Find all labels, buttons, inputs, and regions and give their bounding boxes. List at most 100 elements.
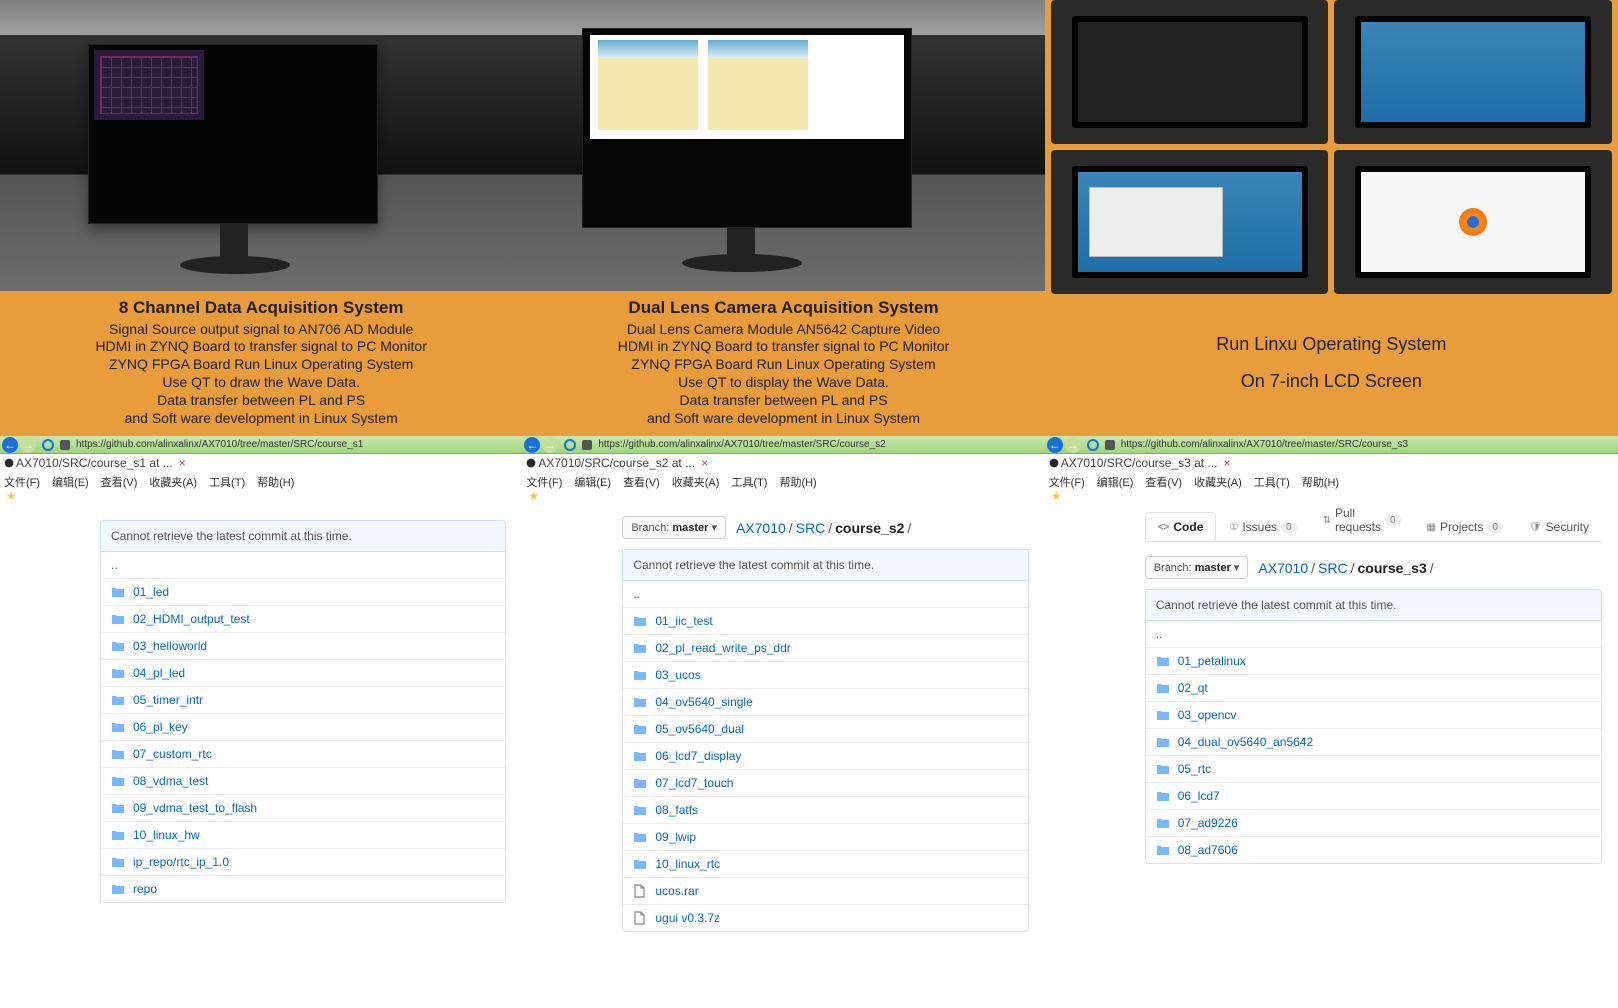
- menu-item[interactable]: 文件(F): [526, 474, 562, 486]
- file-row[interactable]: 02_qt: [1146, 674, 1601, 701]
- file-name: 07_custom_rtc: [133, 747, 212, 761]
- address-bar[interactable]: https://github.com/alinxalinx/AX7010/tre…: [1117, 439, 1408, 450]
- file-row[interactable]: 04_dual_ov5640_an5642: [1146, 728, 1601, 755]
- menu-item[interactable]: 收藏夹(A): [1194, 474, 1242, 486]
- file-row[interactable]: 01_petalinux: [1146, 647, 1601, 674]
- close-tab-icon[interactable]: ×: [701, 456, 708, 470]
- branch-select[interactable]: Branch: master ▾: [622, 516, 726, 539]
- browser-chrome: ←→ https://github.com/alinxalinx/AX7010/t…: [0, 436, 522, 502]
- menu-item[interactable]: 工具(T): [731, 474, 767, 486]
- menu-item[interactable]: 文件(F): [4, 474, 40, 486]
- file-row[interactable]: 06_pl_key: [101, 713, 505, 740]
- crumb-mid[interactable]: SRC: [796, 520, 826, 536]
- file-row[interactable]: 08_ad7606: [1146, 836, 1601, 863]
- file-row[interactable]: ugui v0.3.7z: [623, 904, 1027, 931]
- file-row[interactable]: 03_opencv: [1146, 701, 1601, 728]
- file-row[interactable]: 05_timer_intr: [101, 686, 505, 713]
- back-button[interactable]: ←: [1047, 437, 1063, 453]
- menu-item[interactable]: 编辑(E): [1097, 474, 1134, 486]
- file-row[interactable]: 06_lcd7: [1146, 782, 1601, 809]
- file-row[interactable]: 01_led: [101, 578, 505, 605]
- file-row[interactable]: 05_ov5640_dual: [623, 715, 1027, 742]
- address-bar[interactable]: https://github.com/alinxalinx/AX7010/tre…: [72, 439, 363, 450]
- back-button[interactable]: ←: [524, 437, 540, 453]
- lock-icon: [1105, 440, 1115, 450]
- commit-banner: Cannot retrieve the latest commit at thi…: [100, 520, 506, 552]
- file-row[interactable]: ..: [101, 552, 505, 578]
- file-row[interactable]: 07_custom_rtc: [101, 740, 505, 767]
- browser-tab[interactable]: AX7010/SRC/course_s1 at ...×: [0, 454, 522, 472]
- close-tab-icon[interactable]: ×: [1223, 456, 1230, 470]
- file-row[interactable]: 04_pl_led: [101, 659, 505, 686]
- hero-title: 8 Channel Data Acquisition System: [4, 297, 518, 319]
- file-row[interactable]: 04_ov5640_single: [623, 688, 1027, 715]
- forward-button[interactable]: →: [1065, 437, 1081, 453]
- file-row[interactable]: 02_HDMI_output_test: [101, 605, 505, 632]
- file-row[interactable]: ..: [623, 581, 1027, 607]
- menu-item[interactable]: 工具(T): [1254, 474, 1290, 486]
- hero-caption-line: HDMI in ZYNQ Board to transfer signal to…: [526, 338, 1040, 356]
- hero-caption-line: ZYNQ FPGA Board Run Linux Operating Syst…: [4, 356, 518, 374]
- address-bar[interactable]: https://github.com/alinxalinx/AX7010/tre…: [594, 439, 885, 450]
- forward-button[interactable]: →: [542, 437, 558, 453]
- file-row[interactable]: 07_lcd7_touch: [623, 769, 1027, 796]
- file-name: 08_vdma_test: [133, 774, 208, 788]
- favorite-star-icon[interactable]: ★: [528, 489, 539, 503]
- file-row[interactable]: 07_ad9226: [1146, 809, 1601, 836]
- file-row[interactable]: 06_lcd7_display: [623, 742, 1027, 769]
- reload-button[interactable]: [564, 439, 576, 451]
- menu-item[interactable]: 编辑(E): [52, 474, 89, 486]
- breadcrumb: AX7010/SRC/course_s3/: [1258, 560, 1436, 576]
- menu-item[interactable]: 帮助(H): [257, 474, 294, 486]
- file-row[interactable]: 09_lwip: [623, 823, 1027, 850]
- crumb-root[interactable]: AX7010: [1258, 560, 1308, 576]
- file-row[interactable]: 05_rtc: [1146, 755, 1601, 782]
- back-button[interactable]: ←: [2, 437, 18, 453]
- menu-item[interactable]: 查看(V): [623, 474, 660, 486]
- favorite-star-icon[interactable]: ★: [6, 489, 17, 503]
- menu-item[interactable]: 编辑(E): [574, 474, 611, 486]
- browser-chrome: ←→ https://github.com/alinxalinx/AX7010/t…: [522, 436, 1044, 502]
- file-row[interactable]: 09_vdma_test_to_flash: [101, 794, 505, 821]
- file-row[interactable]: 10_linux_rtc: [623, 850, 1027, 877]
- file-row[interactable]: 01_iic_test: [623, 607, 1027, 634]
- file-row[interactable]: ..: [1146, 621, 1601, 647]
- repo-tab-pull-requests[interactable]: ⇅Pull requests0: [1310, 502, 1414, 541]
- repo-tab-projects[interactable]: ▦Projects0: [1414, 512, 1516, 541]
- reload-button[interactable]: [1087, 439, 1099, 451]
- file-row[interactable]: 08_vdma_test: [101, 767, 505, 794]
- reload-button[interactable]: [42, 439, 54, 451]
- menu-item[interactable]: 帮助(H): [1302, 474, 1339, 486]
- menu-item[interactable]: 收藏夹(A): [672, 474, 720, 486]
- file-name: 04_ov5640_single: [655, 695, 752, 709]
- forward-button[interactable]: →: [20, 437, 36, 453]
- browser-tab[interactable]: AX7010/SRC/course_s3 at ...×: [1045, 454, 1618, 472]
- menu-item[interactable]: 文件(F): [1049, 474, 1085, 486]
- file-row[interactable]: 02_pl_read_write_ps_ddr: [623, 634, 1027, 661]
- menu-item[interactable]: 查看(V): [1145, 474, 1182, 486]
- repo-tab-code[interactable]: <>Code: [1145, 512, 1217, 541]
- menu-item[interactable]: 帮助(H): [779, 474, 816, 486]
- file-row[interactable]: 03_ucos: [623, 661, 1027, 688]
- browser-tab[interactable]: AX7010/SRC/course_s2 at ...×: [522, 454, 1044, 472]
- branch-select[interactable]: Branch: master ▾: [1145, 556, 1249, 579]
- file-row[interactable]: 10_linux_hw: [101, 821, 505, 848]
- file-row[interactable]: ip_repo/rtc_ip_1.0: [101, 848, 505, 875]
- menu-item[interactable]: 收藏夹(A): [149, 474, 197, 486]
- hero-caption-line: Use QT to draw the Wave Data.: [4, 374, 518, 392]
- crumb-root[interactable]: AX7010: [736, 520, 786, 536]
- file-row[interactable]: 08_fatfs: [623, 796, 1027, 823]
- file-row[interactable]: ucos.rar: [623, 877, 1027, 904]
- close-tab-icon[interactable]: ×: [179, 456, 186, 470]
- repo-tab-security[interactable]: 🛡Security: [1516, 512, 1602, 541]
- favorite-star-icon[interactable]: ★: [1051, 489, 1062, 503]
- file-name: 01_iic_test: [655, 614, 712, 628]
- file-row[interactable]: repo: [101, 875, 505, 902]
- crumb-mid[interactable]: SRC: [1318, 560, 1348, 576]
- repo-tabs: <>Code①Issues0⇅Pull requests0▦Projects0🛡…: [1145, 512, 1602, 542]
- crumb-current: course_s2: [835, 520, 904, 536]
- file-row[interactable]: 03_helloworld: [101, 632, 505, 659]
- menu-item[interactable]: 查看(V): [101, 474, 138, 486]
- repo-tab-issues[interactable]: ①Issues0: [1216, 512, 1309, 541]
- menu-item[interactable]: 工具(T): [209, 474, 245, 486]
